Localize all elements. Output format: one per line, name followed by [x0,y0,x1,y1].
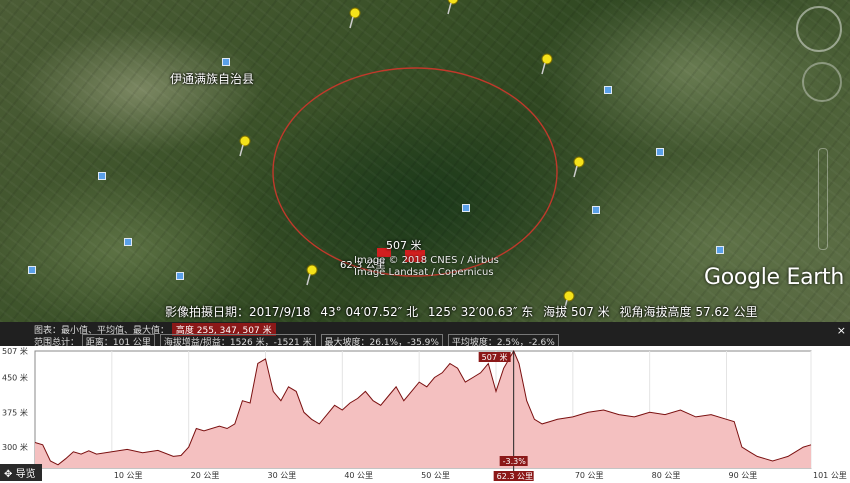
poi-icon[interactable] [176,272,184,280]
x-tick-label: 30 公里 [267,471,296,480]
x-tick-label: 40 公里 [344,471,373,480]
profile-header: 图表：最小值、平均值、最大值： 高度 255, 347, 507 米 范围总计：… [0,322,850,349]
cursor-elevation: 507 米 [482,352,508,362]
poi-icon[interactable] [462,204,470,212]
pushpin-icon[interactable] [303,263,321,287]
tour-label: 507 米 [386,239,422,252]
look-around-control[interactable] [796,6,842,52]
pushpin-icon[interactable] [538,52,556,76]
pushpin-icon[interactable] [236,134,254,158]
imagery-date: 影像拍摄日期：2017/9/18 [165,305,311,319]
poi-icon[interactable] [124,238,132,246]
poi-icon[interactable] [716,246,724,254]
x-tick-label: 90 公里 [728,471,757,480]
pushpin-icon[interactable] [444,0,462,16]
y-tick-label: 507 米 [2,346,28,356]
y-tick-label: 375 米 [2,407,28,417]
poi-icon[interactable] [656,148,664,156]
move-control[interactable] [802,62,842,102]
poi-icon[interactable] [604,86,612,94]
cursor-distance: 62.3 公里 [497,472,533,481]
x-tick-label: 80 公里 [652,471,681,480]
longitude: 125° 32′00.63″ 东 [427,305,534,319]
pushpin-icon[interactable] [570,155,588,179]
cursor-slope: -3.3% [503,457,527,466]
latitude: 43° 04′07.52″ 北 [320,305,419,319]
imagery-credit-1: Image © 2018 CNES / Airbus [354,255,499,266]
elevation: 海拔 507 米 [543,305,610,319]
x-tick-label: 70 公里 [575,471,604,480]
elevation-profile-panel[interactable]: 图表：最小值、平均值、最大值： 高度 255, 347, 507 米 范围总计：… [0,322,850,483]
map-view[interactable]: 伊通满族自治县 507 米 62.3 公里 Image © 2018 CNES … [0,0,850,322]
zoom-slider[interactable] [818,148,828,250]
y-tick-label: 450 米 [2,372,28,382]
poi-icon[interactable] [98,172,106,180]
nav-tab[interactable]: ✥ 导览 [0,464,42,481]
x-tick-label: 50 公里 [421,471,450,480]
imagery-credit-2: Image Landsat / Copernicus [354,267,494,278]
elevation-chart[interactable]: 507 米450 米375 米300 米255 米 10 公里20 公里30 公… [0,346,850,483]
poi-icon[interactable] [222,58,230,66]
x-tick-label: 101 公里 [813,471,847,480]
close-icon[interactable]: × [837,324,846,337]
x-tick-label: 20 公里 [191,471,220,480]
poi-icon[interactable] [28,266,36,274]
place-label[interactable]: 伊通满族自治县 [170,70,254,87]
poi-icon[interactable] [592,206,600,214]
x-tick-label: 10 公里 [114,471,143,480]
status-bar: 影像拍摄日期：2017/9/18 43° 04′07.52″ 北 125° 32… [165,303,763,320]
pushpin-icon[interactable] [346,6,364,30]
y-tick-label: 300 米 [2,442,28,452]
google-earth-logo: Google Earth [704,265,844,290]
nav-label: 导览 [15,469,36,480]
eye-altitude: 视角海拔高度 57.62 公里 [619,305,758,319]
compass-icon: ✥ [4,469,13,480]
